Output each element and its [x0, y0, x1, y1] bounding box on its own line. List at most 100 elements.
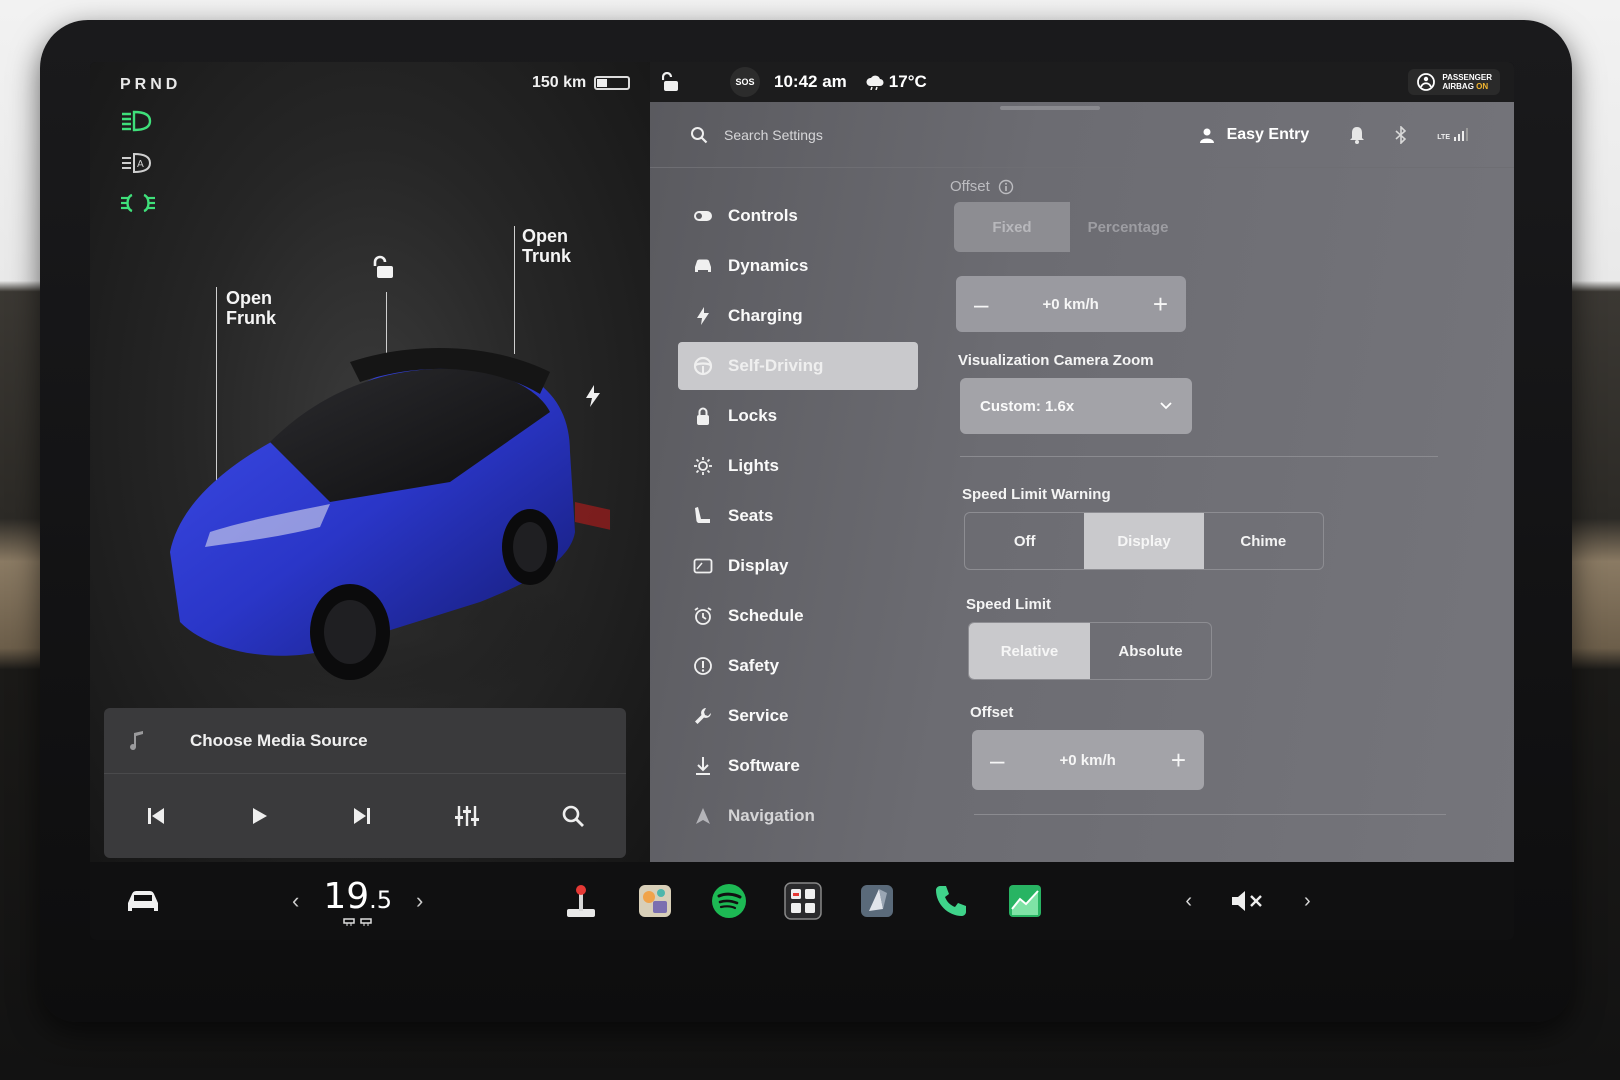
- sidebar-item-service[interactable]: Service: [678, 692, 918, 740]
- seat-heater-icon: [342, 917, 372, 926]
- offset-mode-fixed[interactable]: Fixed: [954, 202, 1070, 252]
- search-icon: [691, 126, 708, 143]
- bottom-dock: ‹ 19.5 › ‹ ›: [90, 862, 1514, 940]
- speed-warning-off[interactable]: Off: [965, 513, 1084, 569]
- media-source-label: Choose Media Source: [190, 730, 368, 750]
- camera-zoom-dropdown[interactable]: Custom: 1.6x: [960, 378, 1192, 434]
- status-bar: SOS 10:42 am 17°C PASSENGER AIRBAG ON: [650, 62, 1514, 102]
- offset-bottom-decrease[interactable]: –: [990, 745, 1004, 776]
- sidebar-item-locks[interactable]: Locks: [678, 392, 918, 440]
- section-divider-bottom: [974, 814, 1446, 815]
- seat-icon: [692, 505, 714, 527]
- speed-warning-display[interactable]: Display: [1084, 513, 1204, 569]
- spotify-icon[interactable]: [709, 881, 749, 921]
- sidebar-item-label: Navigation: [728, 806, 815, 825]
- sidebar-item-display[interactable]: Display: [678, 542, 918, 590]
- settings-header: Search Settings Easy Entry LTE: [650, 102, 1514, 168]
- alert-circle-icon: [692, 655, 714, 677]
- music-note-icon: [104, 730, 170, 752]
- sidebar-item-safety[interactable]: Safety: [678, 642, 918, 690]
- alarm-icon: [692, 605, 714, 627]
- stocks-app-icon[interactable]: [1005, 881, 1045, 921]
- offset-bottom-value: +0 km/h: [1059, 751, 1116, 769]
- offset-top-decrease[interactable]: –: [974, 289, 988, 320]
- profile-name: Easy Entry: [1226, 125, 1310, 143]
- open-trunk-button[interactable]: Open Trunk: [522, 226, 571, 266]
- navigation-app-icon[interactable]: [857, 881, 897, 921]
- media-source-bar[interactable]: Choose Media Source: [104, 708, 626, 774]
- speed-warning-chime[interactable]: Chime: [1204, 513, 1323, 569]
- sidebar-item-label: Safety: [728, 656, 780, 675]
- vehicle-panel: PRND 150 km A Open Frunk Open Trunk Choo…: [90, 62, 650, 876]
- cabin-temperature[interactable]: 19.5: [323, 876, 392, 927]
- sidebar-item-seats[interactable]: Seats: [678, 492, 918, 540]
- speed-limit-selector: Relative Absolute: [968, 622, 1212, 680]
- car-menu-icon[interactable]: [124, 887, 162, 915]
- bluetooth-icon[interactable]: [1395, 125, 1407, 144]
- play-icon[interactable]: [248, 805, 270, 827]
- parking-lights-icon: [121, 193, 155, 213]
- sidebar-item-label: Charging: [728, 306, 803, 325]
- volume-down-arrow[interactable]: ‹: [1185, 890, 1192, 913]
- toybox-app-icon[interactable]: [635, 881, 675, 921]
- offset-bottom-increase[interactable]: +: [1171, 745, 1186, 776]
- wrench-icon: [692, 705, 714, 727]
- offset-label-bottom: Offset: [970, 704, 1014, 721]
- chevron-down-icon: [1160, 402, 1172, 410]
- previous-track-icon[interactable]: [145, 805, 167, 827]
- touchscreen: PRND 150 km A Open Frunk Open Trunk Choo…: [90, 62, 1514, 940]
- offset-mode-toggle: Fixed Percentage: [954, 202, 1186, 252]
- sidebar-item-dynamics[interactable]: Dynamics: [678, 242, 918, 290]
- joystick-app-icon[interactable]: [561, 881, 601, 921]
- car-front-icon: [692, 255, 714, 277]
- unlock-car-icon[interactable]: [372, 255, 398, 281]
- sidebar-item-controls[interactable]: Controls: [678, 192, 918, 240]
- sidebar-item-lights[interactable]: Lights: [678, 442, 918, 490]
- media-controls: [104, 774, 626, 858]
- info-icon[interactable]: [998, 179, 1014, 195]
- weather-cloud-icon: [866, 75, 884, 90]
- volume-muted-icon[interactable]: [1230, 889, 1266, 913]
- unlocked-status-icon[interactable]: [662, 72, 680, 92]
- volume-up-arrow[interactable]: ›: [1304, 890, 1311, 913]
- steering-wheel-icon: [692, 355, 714, 377]
- range-indicator: 150 km: [532, 74, 631, 92]
- temperature-value: 17°C: [888, 72, 927, 91]
- settings-search[interactable]: Search Settings: [690, 126, 823, 144]
- sidebar-item-software[interactable]: Software: [678, 742, 918, 790]
- temp-decrease-arrow[interactable]: ‹: [292, 888, 299, 914]
- next-track-icon[interactable]: [351, 805, 373, 827]
- sidebar-item-label: Dynamics: [728, 256, 809, 275]
- offset-mode-percentage[interactable]: Percentage: [1070, 202, 1186, 252]
- bolt-icon: [692, 305, 714, 327]
- equalizer-icon[interactable]: [454, 804, 480, 828]
- airbag-label-line1: PASSENGER: [1442, 73, 1492, 82]
- sidebar-item-label: Software: [728, 756, 800, 775]
- speed-limit-relative[interactable]: Relative: [969, 623, 1090, 679]
- airbag-icon: [1417, 73, 1436, 91]
- phone-icon[interactable]: [931, 881, 971, 921]
- sidebar-item-label: Display: [728, 556, 789, 575]
- outside-temperature: 17°C: [865, 72, 927, 92]
- sidebar-item-charging[interactable]: Charging: [678, 292, 918, 340]
- sidebar-item-self-driving[interactable]: Self-Driving: [678, 342, 918, 390]
- bell-icon[interactable]: [1349, 126, 1365, 144]
- sos-button[interactable]: SOS: [730, 67, 760, 97]
- driver-profile-button[interactable]: Easy Entry: [1199, 125, 1310, 144]
- temp-increase-arrow[interactable]: ›: [416, 888, 423, 914]
- vehicle-model-image: [170, 348, 610, 702]
- media-search-icon[interactable]: [561, 804, 585, 828]
- sidebar-item-label: Controls: [728, 206, 798, 225]
- search-input[interactable]: Search Settings: [724, 127, 823, 143]
- sidebar-item-label: Lights: [728, 456, 779, 475]
- app-launcher-icon[interactable]: [783, 881, 823, 921]
- open-frunk-button[interactable]: Open Frunk: [226, 288, 276, 328]
- lock-icon: [692, 405, 714, 427]
- offset-top-increase[interactable]: +: [1153, 289, 1168, 320]
- sun-icon: [692, 455, 714, 477]
- speed-limit-absolute[interactable]: Absolute: [1090, 623, 1211, 679]
- sidebar-item-schedule[interactable]: Schedule: [678, 592, 918, 640]
- cabin-temp-decimal: .5: [369, 885, 393, 914]
- offset-top-stepper: – +0 km/h +: [956, 276, 1186, 332]
- sidebar-item-navigation[interactable]: Navigation: [678, 792, 918, 840]
